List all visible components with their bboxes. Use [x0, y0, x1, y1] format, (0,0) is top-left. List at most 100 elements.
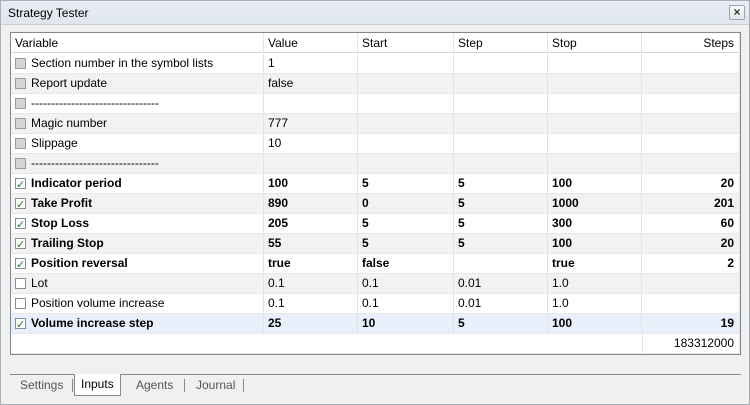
value-cell[interactable]: 777: [264, 114, 358, 133]
variable-cell: Position volume increase: [11, 294, 264, 313]
stop-cell[interactable]: 300: [548, 214, 642, 233]
optimize-checkbox[interactable]: [15, 98, 26, 109]
optimize-checkbox[interactable]: [15, 58, 26, 69]
start-cell[interactable]: 0.1: [358, 274, 454, 293]
optimize-checkbox[interactable]: [15, 176, 26, 193]
column-header-step[interactable]: Step: [454, 33, 548, 53]
table-row[interactable]: Stop Loss2055530060: [11, 214, 740, 234]
start-cell[interactable]: 10: [358, 314, 454, 333]
step-cell[interactable]: 5: [454, 234, 548, 253]
table-row[interactable]: Trailing Stop555510020: [11, 234, 740, 254]
step-cell[interactable]: [454, 94, 548, 113]
step-cell[interactable]: 0.01: [454, 274, 548, 293]
table-row[interactable]: Position reversaltruefalsetrue2: [11, 254, 740, 274]
column-header-stop[interactable]: Stop: [548, 33, 642, 53]
start-cell[interactable]: 5: [358, 214, 454, 233]
value-cell[interactable]: 1: [264, 54, 358, 73]
stop-cell[interactable]: [548, 74, 642, 93]
start-cell[interactable]: 5: [358, 174, 454, 193]
start-cell[interactable]: [358, 114, 454, 133]
steps-cell: 201: [642, 194, 740, 213]
stop-cell[interactable]: [548, 114, 642, 133]
start-cell[interactable]: 0: [358, 194, 454, 213]
start-cell[interactable]: 5: [358, 234, 454, 253]
table-row[interactable]: Slippage 10: [11, 134, 740, 154]
table-row[interactable]: Lot 0.1 0.1 0.01 1.0: [11, 274, 740, 294]
stop-cell[interactable]: true: [548, 254, 642, 273]
table-row[interactable]: Magic number 777: [11, 114, 740, 134]
table-row[interactable]: --------------------------------: [11, 94, 740, 114]
step-cell[interactable]: [454, 114, 548, 133]
table-row[interactable]: Report update false: [11, 74, 740, 94]
tab-journal[interactable]: Journal: [190, 375, 241, 396]
start-cell[interactable]: false: [358, 254, 454, 273]
value-cell[interactable]: 25: [264, 314, 358, 333]
optimize-checkbox[interactable]: [15, 78, 26, 89]
close-button[interactable]: ×: [729, 5, 745, 20]
start-cell[interactable]: [358, 94, 454, 113]
start-cell[interactable]: [358, 74, 454, 93]
step-cell[interactable]: [454, 154, 548, 173]
table-row[interactable]: Volume increase step 2510510019: [11, 314, 740, 334]
value-cell[interactable]: [264, 154, 358, 173]
table-row[interactable]: Section number in the symbol lists 1: [11, 54, 740, 74]
optimize-checkbox[interactable]: [15, 118, 26, 129]
value-cell[interactable]: 10: [264, 134, 358, 153]
value-cell[interactable]: 100: [264, 174, 358, 193]
step-cell[interactable]: 5: [454, 194, 548, 213]
tab-settings[interactable]: Settings: [14, 375, 69, 396]
optimize-checkbox[interactable]: [15, 236, 26, 253]
optimize-checkbox[interactable]: [15, 316, 26, 333]
column-header-steps[interactable]: Steps: [642, 33, 740, 53]
value-cell[interactable]: true: [264, 254, 358, 273]
value-cell[interactable]: 890: [264, 194, 358, 213]
table-row[interactable]: --------------------------------: [11, 154, 740, 174]
optimize-checkbox[interactable]: [15, 196, 26, 213]
stop-cell[interactable]: 1.0: [548, 274, 642, 293]
stop-cell[interactable]: 1.0: [548, 294, 642, 313]
step-cell[interactable]: 5: [454, 314, 548, 333]
stop-cell[interactable]: 1000: [548, 194, 642, 213]
stop-cell[interactable]: [548, 54, 642, 73]
stop-cell[interactable]: 100: [548, 234, 642, 253]
column-header-start[interactable]: Start: [358, 33, 454, 53]
stop-cell[interactable]: 100: [548, 174, 642, 193]
optimize-checkbox[interactable]: [15, 298, 26, 309]
stop-cell[interactable]: [548, 134, 642, 153]
optimize-checkbox[interactable]: [15, 216, 26, 233]
table-row[interactable]: Take Profit 890051000201: [11, 194, 740, 214]
step-cell[interactable]: [454, 74, 548, 93]
optimize-checkbox[interactable]: [15, 138, 26, 149]
optimize-checkbox[interactable]: [15, 256, 26, 273]
value-cell[interactable]: 0.1: [264, 274, 358, 293]
stop-cell[interactable]: [548, 94, 642, 113]
step-cell[interactable]: [454, 254, 548, 273]
value-cell[interactable]: 0.1: [264, 294, 358, 313]
value-cell[interactable]: 55: [264, 234, 358, 253]
step-cell[interactable]: 5: [454, 214, 548, 233]
optimize-checkbox[interactable]: [15, 158, 26, 169]
step-cell[interactable]: [454, 134, 548, 153]
start-cell[interactable]: 0.1: [358, 294, 454, 313]
step-cell[interactable]: 0.01: [454, 294, 548, 313]
step-cell[interactable]: 5: [454, 174, 548, 193]
step-cell[interactable]: [454, 54, 548, 73]
column-header-variable[interactable]: Variable: [11, 33, 264, 53]
start-cell[interactable]: [358, 54, 454, 73]
start-cell[interactable]: [358, 154, 454, 173]
empty-cell: [11, 334, 264, 353]
start-cell[interactable]: [358, 134, 454, 153]
value-cell[interactable]: [264, 94, 358, 113]
column-header-value[interactable]: Value: [264, 33, 358, 53]
optimize-checkbox[interactable]: [15, 278, 26, 289]
table-row[interactable]: Position volume increase 0.1 0.1 0.01 1.0: [11, 294, 740, 314]
value-cell[interactable]: 205: [264, 214, 358, 233]
stop-cell[interactable]: [548, 154, 642, 173]
stop-cell[interactable]: 100: [548, 314, 642, 333]
variable-cell: Report update: [11, 74, 264, 93]
tab-inputs[interactable]: Inputs: [74, 374, 121, 396]
table-row[interactable]: Indicator period1005510020: [11, 174, 740, 194]
tab-agents[interactable]: Agents: [130, 375, 179, 396]
value-cell[interactable]: false: [264, 74, 358, 93]
total-row: 183312000: [11, 334, 740, 354]
